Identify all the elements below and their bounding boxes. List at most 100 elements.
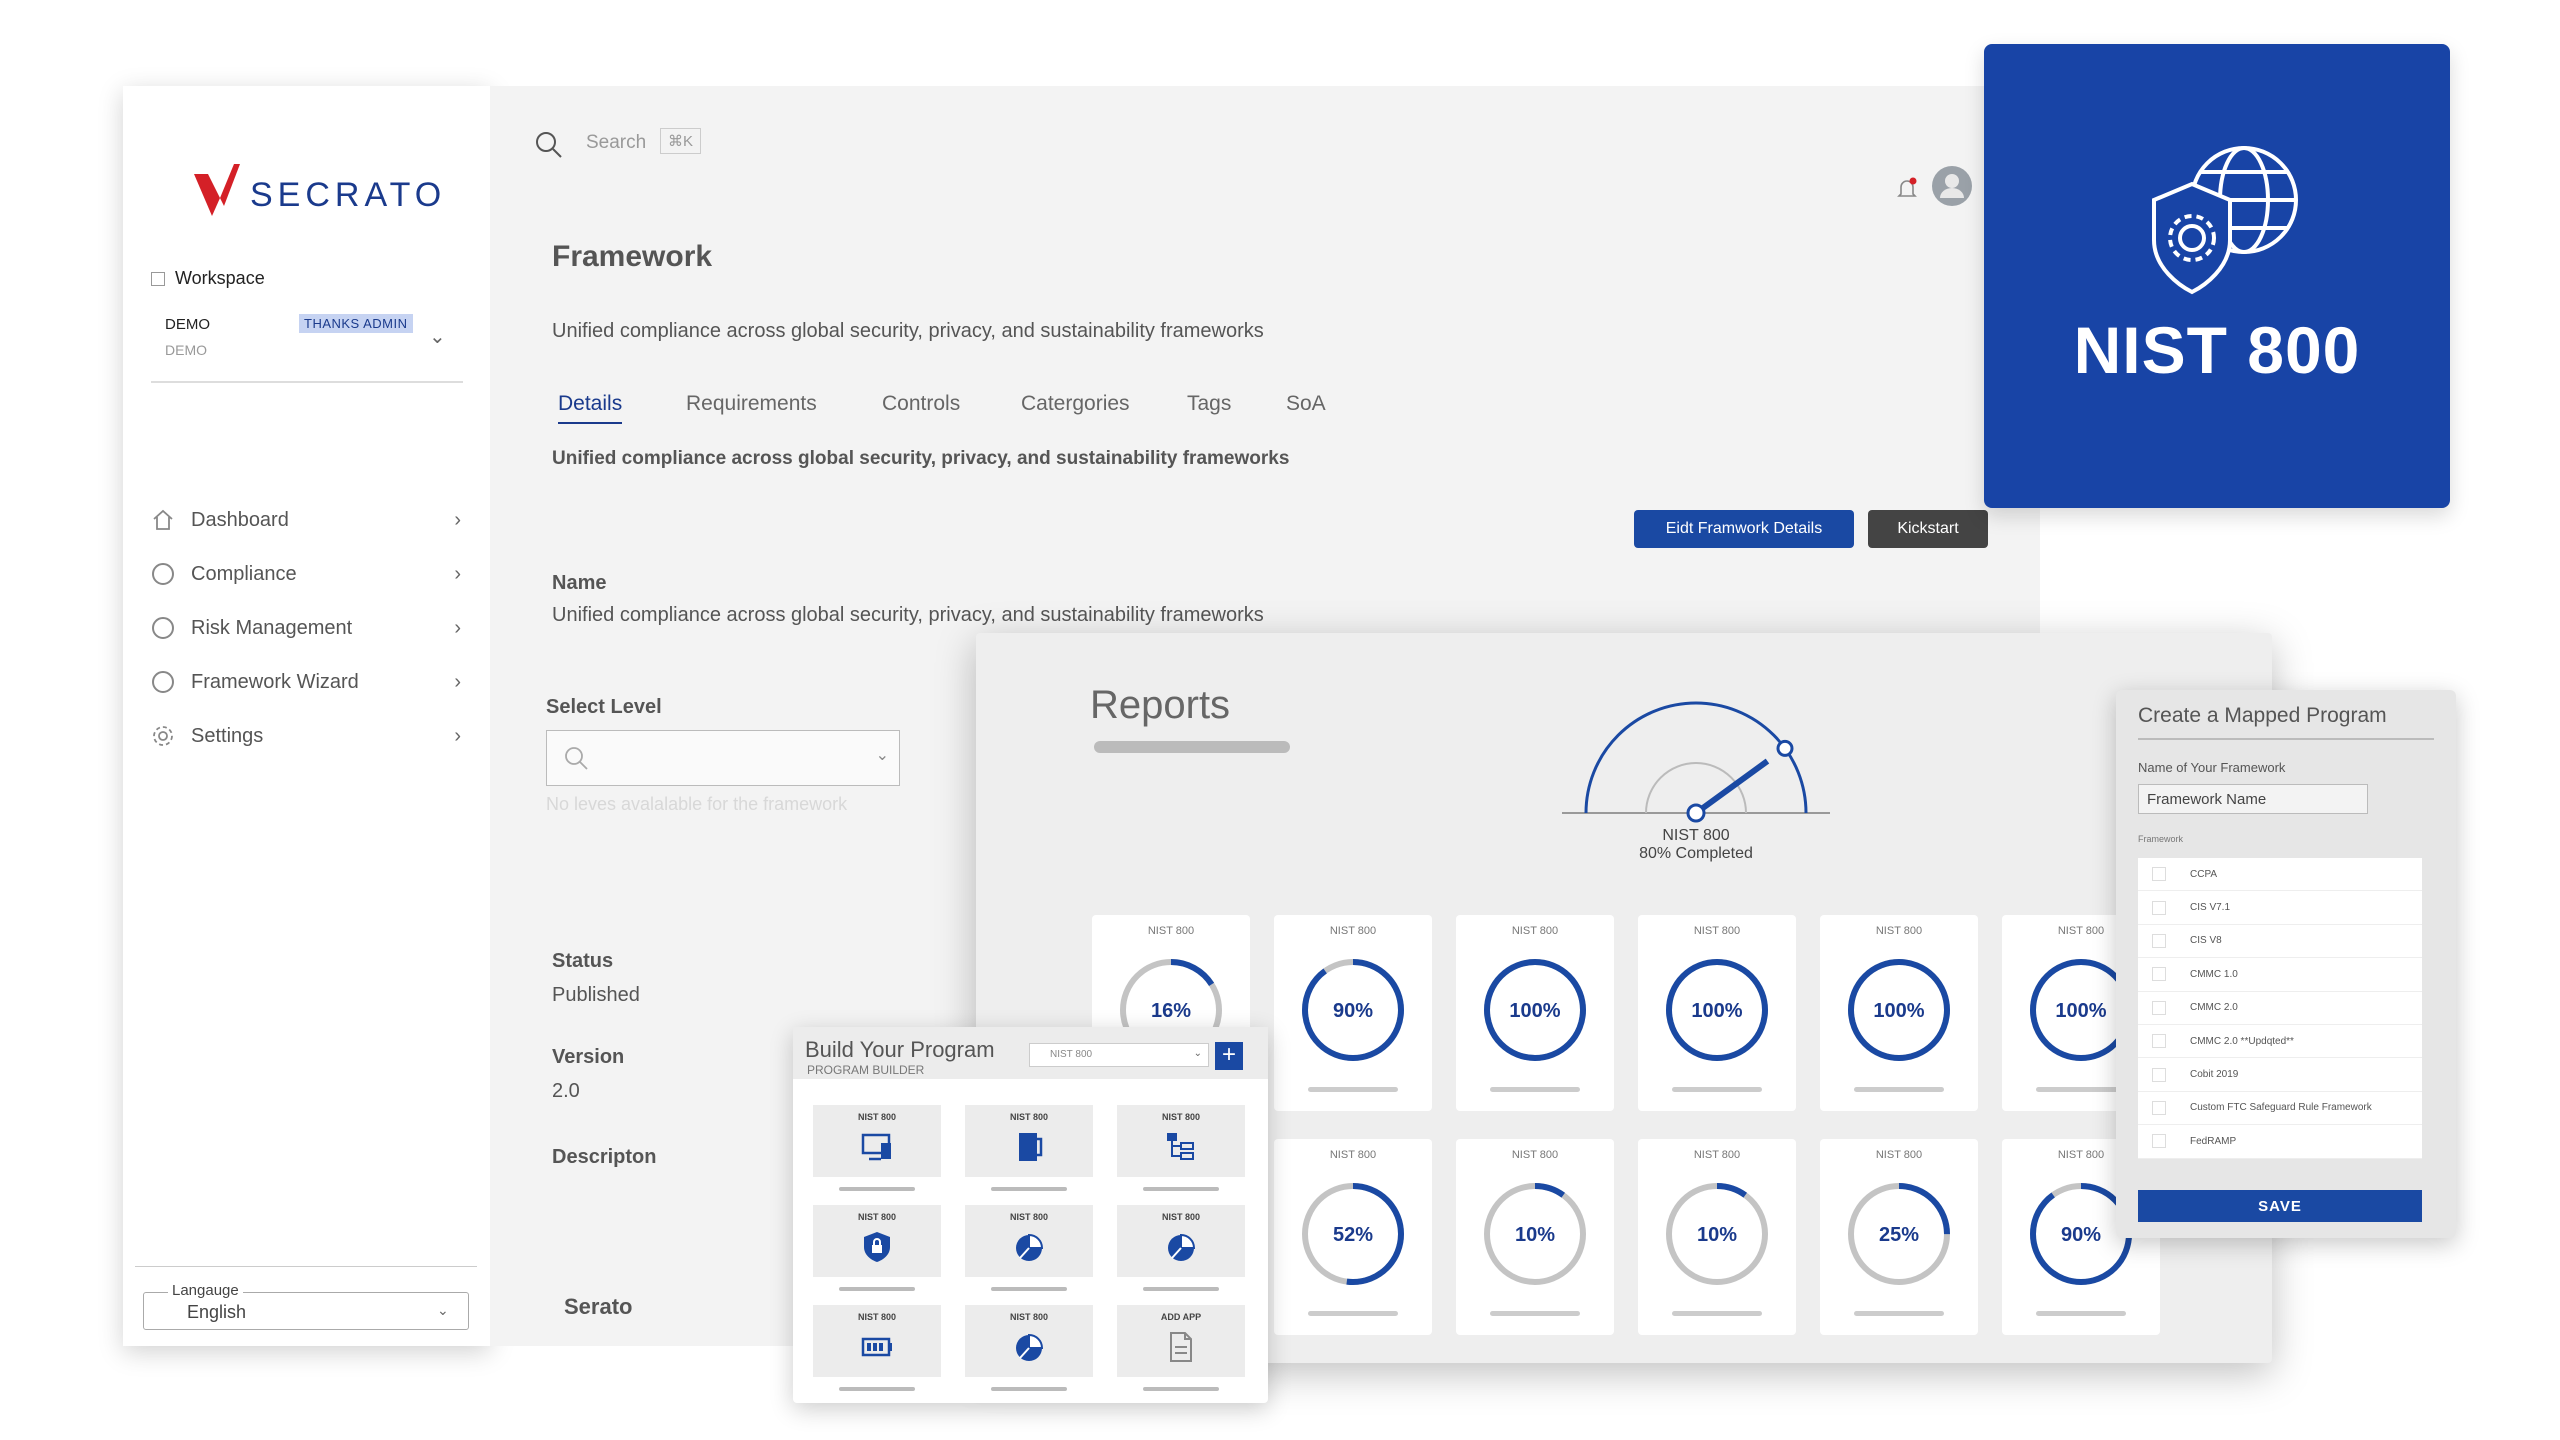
- builder-tile[interactable]: NIST 800: [965, 1105, 1093, 1177]
- nist-card-title: NIST 800: [2073, 313, 2361, 387]
- framework-option-label: CCPA: [2190, 868, 2218, 880]
- report-card[interactable]: NIST 800 25%: [1820, 1139, 1978, 1335]
- save-button[interactable]: SAVE: [2138, 1190, 2422, 1222]
- framework-checkbox[interactable]: [2152, 1134, 2166, 1149]
- workspace-chevron-down-icon[interactable]: ⌄: [429, 324, 446, 349]
- sidebar-divider: [151, 381, 463, 383]
- sidebar-item-dashboard[interactable]: Dashboard ›: [151, 500, 461, 540]
- page-title: Framework: [552, 240, 713, 273]
- framework-option[interactable]: Custom FTC Safeguard Rule Framework: [2138, 1092, 2422, 1126]
- search-icon[interactable]: [534, 130, 564, 160]
- avatar[interactable]: [1932, 166, 1972, 206]
- framework-option[interactable]: CMMC 1.0: [2138, 958, 2422, 992]
- builder-tile[interactable]: NIST 800: [813, 1305, 941, 1377]
- brand-name: SECRATO: [250, 176, 447, 214]
- framework-checkbox[interactable]: [2152, 1000, 2166, 1015]
- framework-checkbox[interactable]: [2152, 1067, 2166, 1082]
- sidebar-item-label: Dashboard: [191, 508, 289, 531]
- framework-checkbox[interactable]: [2152, 933, 2166, 948]
- tab-details[interactable]: Details: [558, 392, 623, 424]
- report-card-value: 100%: [1691, 1000, 1742, 1022]
- program-builder-panel: Build Your Program PROGRAM BUILDER NIST …: [793, 1027, 1268, 1403]
- framework-option-label: Cobit 2019: [2190, 1069, 2239, 1081]
- report-card-label: NIST 800: [1511, 925, 1559, 937]
- framework-option[interactable]: CCPA: [2138, 858, 2422, 892]
- framework-option-label: CIS V8: [2190, 935, 2222, 947]
- report-card-bar: [2036, 1087, 2126, 1092]
- builder-tile[interactable]: ADD APP: [1117, 1305, 1245, 1377]
- sidebar-item-settings[interactable]: Settings ›: [151, 716, 461, 756]
- description-label: Descripton: [552, 1146, 657, 1168]
- report-card[interactable]: NIST 800 100%: [1638, 915, 1796, 1111]
- language-value: English: [187, 1302, 247, 1322]
- kickstart-button[interactable]: Kickstart: [1868, 510, 1988, 548]
- report-card-label: NIST 800: [1147, 925, 1195, 937]
- report-card[interactable]: NIST 800 100%: [1456, 915, 1614, 1111]
- report-card[interactable]: NIST 800 100%: [1820, 915, 1978, 1111]
- framework-option[interactable]: CIS V7.1: [2138, 891, 2422, 925]
- status-label: Status: [552, 950, 614, 972]
- builder-tile[interactable]: NIST 800: [965, 1205, 1093, 1277]
- framework-option-label: CMMC 2.0: [2190, 1002, 2238, 1014]
- home-icon: [151, 508, 175, 532]
- secrato-logo[interactable]: SECRATO: [190, 154, 450, 224]
- builder-tile[interactable]: NIST 800: [813, 1105, 941, 1177]
- framework-checkbox[interactable]: [2152, 867, 2166, 882]
- tab-categories[interactable]: Catergories: [1021, 392, 1130, 416]
- builder-tile[interactable]: NIST 800: [1117, 1205, 1245, 1277]
- pie-chart-icon: [1011, 1329, 1047, 1370]
- framework-option[interactable]: CMMC 2.0: [2138, 992, 2422, 1025]
- framework-name-label: Name of Your Framework: [2138, 760, 2286, 775]
- workspace-subname: DEMO: [165, 342, 207, 358]
- select-level-dropdown[interactable]: ⌄: [546, 730, 900, 786]
- tab-soa[interactable]: SoA: [1286, 392, 1326, 416]
- builder-tile-label: NIST 800: [857, 1212, 897, 1222]
- report-card-label: NIST 800: [1875, 925, 1923, 937]
- sidebar-item-label: Settings: [191, 724, 264, 747]
- framework-checkbox[interactable]: [2152, 1100, 2166, 1115]
- report-card-value: 52%: [1333, 1224, 1373, 1246]
- builder-tile[interactable]: NIST 800: [813, 1205, 941, 1277]
- report-card-bar: [1854, 1311, 1944, 1316]
- report-card[interactable]: NIST 800 52%: [1274, 1139, 1432, 1335]
- framework-select[interactable]: NIST 800 ⌄: [1029, 1043, 1209, 1067]
- report-card-label: NIST 800: [1329, 1149, 1377, 1161]
- builder-tile-bar: [1143, 1287, 1219, 1291]
- notification-bell-icon[interactable]: [1895, 176, 1919, 202]
- report-card[interactable]: NIST 800 10%: [1638, 1139, 1796, 1335]
- user-icon: [1940, 174, 1964, 198]
- framework-checkbox[interactable]: [2152, 900, 2166, 915]
- tab-requirements[interactable]: Requirements: [686, 392, 817, 416]
- builder-tile-label: NIST 800: [1009, 1112, 1049, 1122]
- tab-tags[interactable]: Tags: [1187, 392, 1231, 416]
- builder-tile-bar: [991, 1387, 1067, 1391]
- framework-option[interactable]: Cobit 2019: [2138, 1058, 2422, 1092]
- sidebar-item-risk-management[interactable]: Risk Management ›: [151, 608, 461, 648]
- circle-icon: [151, 562, 175, 586]
- report-card[interactable]: NIST 800 10%: [1456, 1139, 1614, 1335]
- name-value: Unified compliance across global securit…: [552, 604, 1264, 626]
- search-input[interactable]: Search: [586, 132, 646, 154]
- framework-option[interactable]: CIS V8: [2138, 925, 2422, 959]
- framework-option[interactable]: FedRAMP: [2138, 1125, 2422, 1159]
- framework-option-label: CMMC 1.0: [2190, 968, 2238, 980]
- report-card-bar: [1854, 1087, 1944, 1092]
- chevron-right-icon: ›: [454, 508, 461, 531]
- sidebar-item-compliance[interactable]: Compliance ›: [151, 554, 461, 594]
- door-icon: [1011, 1129, 1047, 1170]
- framework-name-input[interactable]: Framework Name: [2138, 784, 2368, 814]
- edit-framework-button[interactable]: Eidt Framwork Details: [1634, 510, 1854, 548]
- workspace-checkbox[interactable]: [151, 272, 165, 286]
- name-label: Name: [552, 572, 607, 594]
- builder-tile[interactable]: NIST 800: [1117, 1105, 1245, 1177]
- add-program-button[interactable]: +: [1215, 1042, 1243, 1070]
- builder-tile[interactable]: NIST 800: [965, 1305, 1093, 1377]
- framework-option[interactable]: CMMC 2.0 **Updqted**: [2138, 1025, 2422, 1059]
- framework-checkbox[interactable]: [2152, 1034, 2166, 1049]
- details-heading: Unified compliance across global securit…: [552, 448, 1290, 469]
- tab-controls[interactable]: Controls: [882, 392, 960, 416]
- framework-checkbox[interactable]: [2152, 967, 2166, 982]
- report-card[interactable]: NIST 800 90%: [1274, 915, 1432, 1111]
- sidebar-item-framework-wizard[interactable]: Framework Wizard ›: [151, 662, 461, 702]
- report-card-value: 16%: [1151, 1000, 1191, 1022]
